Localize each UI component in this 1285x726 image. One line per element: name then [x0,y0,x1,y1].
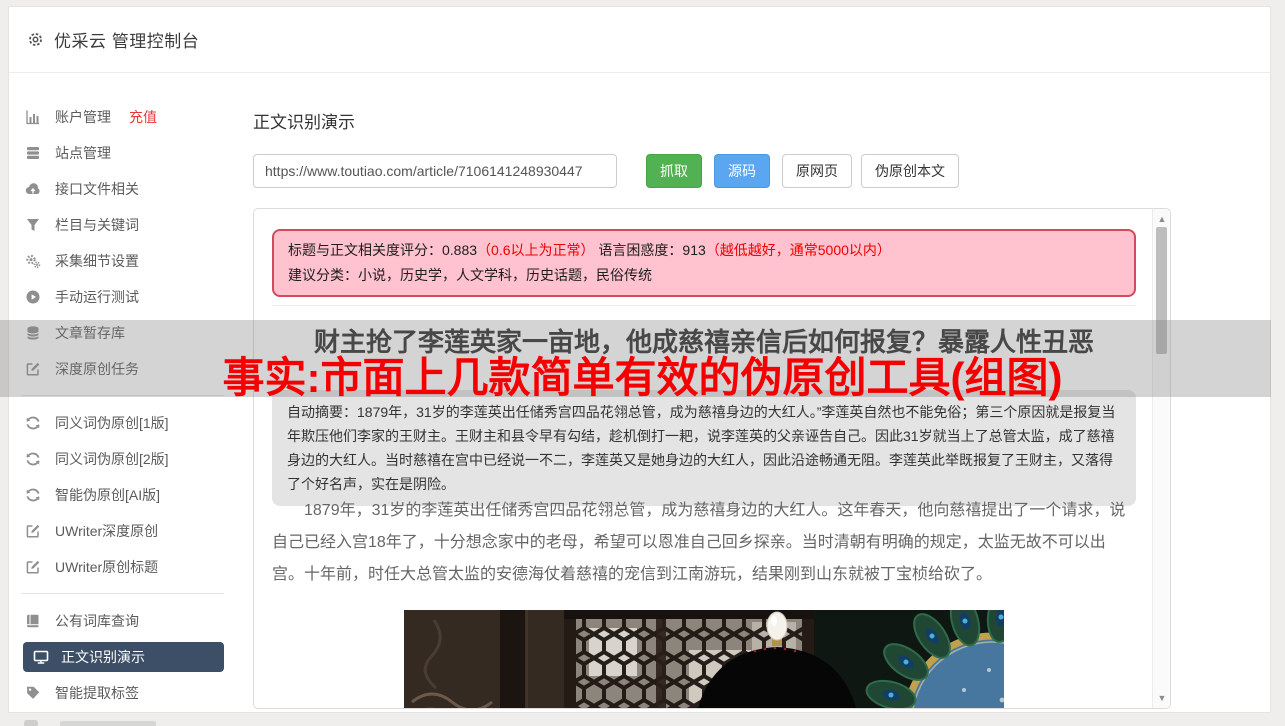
sidebar-item[interactable]: 接口文件相关 [9,171,241,207]
server-icon [25,145,41,161]
analysis-alert: 标题与正文相关度评分：0.883（0.6以上为正常） 语言困惑度：913（越低越… [272,229,1136,297]
cloud-upload-icon [25,181,41,197]
sidebar-item-label: 智能提取标签 [55,685,139,701]
app-header: 优采云 管理控制台 [9,7,1270,73]
sidebar-item-label: 手动运行测试 [55,289,139,305]
sidebar-item-label: 账户管理 [55,109,111,125]
refresh-icon [25,487,41,503]
page-title: 正文识别演示 [253,113,355,132]
scroll-up-icon[interactable]: ▲ [1153,212,1170,226]
sidebar-item[interactable]: 采集细节设置 [9,243,241,279]
sidebar-item[interactable]: 账户管理 充值 [9,99,241,135]
sidebar-item-label: 公有词库查询 [55,613,139,629]
sidebar-item[interactable]: UWriter深度原创 [9,513,241,549]
sidebar-item[interactable]: 栏目与关键词 [9,207,241,243]
sidebar-item[interactable]: 正文识别演示 [9,639,241,675]
sidebar-item-label: UWriter深度原创 [55,523,159,539]
sidebar-item[interactable]: 同义词伪原创[2版] [9,441,241,477]
sidebar-item-label: 接口文件相关 [55,181,139,197]
monitor-icon [33,649,49,665]
sidebar-item-partial[interactable] [22,716,222,726]
sidebar-divider [21,593,224,594]
sidebar-item-label: 文章暂存库 [55,325,125,341]
app-window: 优采云 管理控制台 账户管理 充值站点管理接口文件相关 栏目与关键词 采集细节设置 手动… [8,6,1271,713]
article-title: 财主抢了李莲英家一亩地，他成慈禧亲信后如何报复？暴露人性丑恶 [313,327,1094,357]
sidebar-item[interactable]: 深度原创任务 [9,351,241,387]
scrollbar-thumb[interactable] [1156,227,1167,354]
sidebar-item[interactable]: 智能提取标签 [9,675,241,711]
edit-icon [25,559,41,575]
url-input[interactable] [253,154,617,188]
sidebar-item-label: 栏目与关键词 [55,217,139,233]
sidebar-item-label: 站点管理 [55,145,111,161]
source-button[interactable]: 源码 [714,154,770,188]
result-panel[interactable]: 标题与正文相关度评分：0.883（0.6以上为正常） 语言困惑度：913（越低越… [253,208,1171,709]
sidebar-item-label: 采集细节设置 [55,253,139,269]
pseudo-original-button[interactable]: 伪原创本文 [861,154,959,188]
divider [272,305,1136,306]
scroll-down-icon[interactable]: ▼ [1153,691,1170,705]
refresh-icon [25,415,41,431]
sidebar-divider [21,395,224,396]
sidebar-item-label: 同义词伪原创[2版] [55,451,169,467]
bar-chart-icon [25,109,41,125]
sidebar-partial-icon [24,720,38,726]
original-page-button[interactable]: 原网页 [782,154,852,188]
play-icon [25,289,41,305]
filter-icon [25,217,41,233]
recharge-badge[interactable]: 充值 [129,107,157,127]
sidebar-item-label: 正文识别演示 [61,649,145,665]
sidebar: 账户管理 充值站点管理接口文件相关 栏目与关键词 采集细节设置 手动运行测试 文章暂存库深… [9,99,241,711]
article-paragraph: 1879年，31岁的李莲英出任储秀宫四品花翎总管，成为慈禧身边的大红人。这年春天… [272,502,1126,583]
panel-scrollbar[interactable]: ▲ ▼ [1152,209,1170,708]
article-photo [404,610,1004,708]
sidebar-item[interactable]: 站点管理 [9,135,241,171]
sidebar-item[interactable]: 文章暂存库 [9,315,241,351]
grab-button[interactable]: 抓取 [646,154,702,188]
database-icon [25,325,41,341]
sidebar-item-label: UWriter原创标题 [55,559,159,575]
book-icon [25,613,41,629]
sidebar-item-label: 深度原创任务 [55,361,139,377]
tag-icon [25,685,41,701]
gear-icon [27,31,44,48]
sidebar-item[interactable]: 智能伪原创[AI版] [9,477,241,513]
sidebar-item-label: 同义词伪原创[1版] [55,415,169,431]
sidebar-partial-label [60,721,156,726]
edit-icon [25,523,41,539]
analysis-line-2: 建议分类：小说，历史学，人文学科，历史话题，民俗传统 [288,267,652,283]
sidebar-item[interactable]: 同义词伪原创[1版] [9,405,241,441]
app-title: 优采云 管理控制台 [54,32,200,51]
sidebar-item-label: 智能伪原创[AI版] [55,487,161,503]
sidebar-item[interactable]: 公有词库查询 [9,603,241,639]
sidebar-item[interactable]: 手动运行测试 [9,279,241,315]
analysis-line-1: 标题与正文相关度评分：0.883（0.6以上为正常） 语言困惑度：913（越低越… [288,242,891,258]
sidebar-item[interactable]: UWriter原创标题 [9,549,241,585]
gears-icon [25,253,41,269]
refresh-icon [25,451,41,467]
edit-icon [25,361,41,377]
auto-summary: 自动摘要：1879年，31岁的李莲英出任储秀宫四品花翎总管，成为慈禧身边的大红人… [272,390,1136,506]
